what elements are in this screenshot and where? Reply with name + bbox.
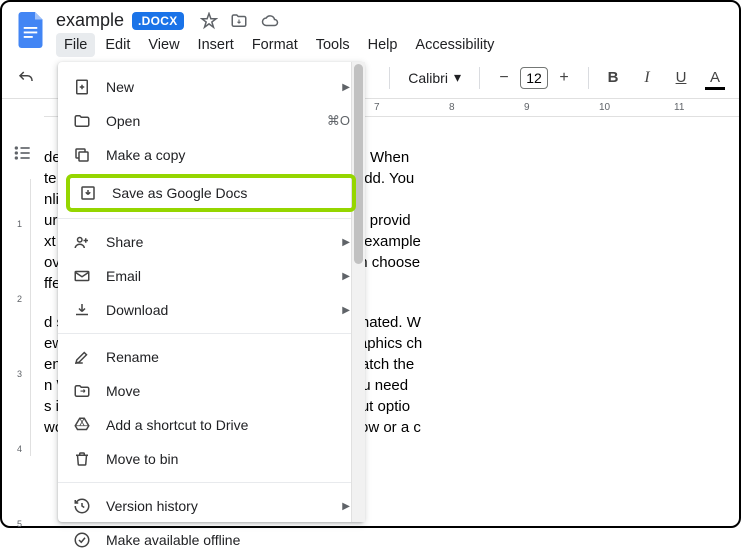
menu-format[interactable]: Format <box>244 33 306 57</box>
menu-label: New <box>106 79 328 95</box>
share-icon <box>72 232 92 252</box>
menu-item-new[interactable]: New ▶ <box>58 70 364 104</box>
menu-file[interactable]: File <box>56 33 95 57</box>
menu-item-open[interactable]: Open ⌘O <box>58 104 364 138</box>
menu-tools[interactable]: Tools <box>308 33 358 57</box>
menu-label: Save as Google Docs <box>112 185 344 201</box>
font-family-label: Calibri <box>408 70 448 86</box>
docs-logo-icon[interactable] <box>16 10 48 50</box>
font-size-increase[interactable]: + <box>550 64 578 92</box>
menubar: File Edit View Insert Format Tools Help … <box>56 33 725 57</box>
rename-icon <box>72 347 92 367</box>
email-icon <box>72 266 92 286</box>
menu-item-save-as-google-docs[interactable]: Save as Google Docs <box>66 174 356 212</box>
submenu-arrow-icon: ▶ <box>342 305 350 316</box>
vertical-ruler: 1 2 3 4 5 <box>15 179 31 456</box>
doc-title[interactable]: example <box>56 10 124 31</box>
drive-shortcut-icon <box>72 415 92 435</box>
menu-help[interactable]: Help <box>360 33 406 57</box>
menu-divider <box>58 333 364 334</box>
menu-item-rename[interactable]: Rename <box>58 340 364 374</box>
menu-label: Open <box>106 113 313 129</box>
menu-divider <box>58 482 364 483</box>
move-icon <box>72 381 92 401</box>
menu-item-make-copy[interactable]: Make a copy <box>58 138 364 172</box>
docx-badge: .DOCX <box>132 12 184 30</box>
menu-label: Rename <box>106 349 350 365</box>
menu-accessibility[interactable]: Accessibility <box>407 33 502 57</box>
font-size-input[interactable] <box>520 67 548 89</box>
outline-toggle-icon[interactable] <box>9 139 37 167</box>
file-menu-dropdown: New ▶ Open ⌘O Make a copy Save as Google… <box>58 62 364 522</box>
underline-button[interactable]: U <box>667 64 695 92</box>
copy-icon <box>72 145 92 165</box>
menu-item-move-to-bin[interactable]: Move to bin <box>58 442 364 476</box>
submenu-arrow-icon: ▶ <box>342 271 350 282</box>
menu-item-email[interactable]: Email ▶ <box>58 259 364 293</box>
star-icon[interactable] <box>200 12 218 30</box>
menu-label: Make a copy <box>106 147 350 163</box>
dropdown-arrow-icon: ▾ <box>454 69 461 86</box>
menu-label: Email <box>106 268 328 284</box>
cloud-status-icon[interactable] <box>260 12 280 30</box>
menu-divider <box>58 218 364 219</box>
font-size-decrease[interactable]: − <box>490 64 518 92</box>
offline-icon <box>72 530 92 550</box>
menu-label: Make available offline <box>106 532 350 548</box>
menu-item-download[interactable]: Download ▶ <box>58 293 364 327</box>
menu-label: Share <box>106 234 328 250</box>
font-family-select[interactable]: Calibri ▾ <box>400 69 469 86</box>
menu-label: Download <box>106 302 328 318</box>
move-folder-icon[interactable] <box>230 12 248 30</box>
menu-insert[interactable]: Insert <box>190 33 242 57</box>
bold-button[interactable]: B <box>599 64 627 92</box>
italic-button[interactable]: I <box>633 64 661 92</box>
menu-item-version-history[interactable]: Version history ▶ <box>58 489 364 523</box>
submenu-arrow-icon: ▶ <box>342 501 350 512</box>
menu-view[interactable]: View <box>140 33 187 57</box>
menu-item-add-shortcut[interactable]: Add a shortcut to Drive <box>58 408 364 442</box>
menu-item-share[interactable]: Share ▶ <box>58 225 364 259</box>
save-icon <box>78 183 98 203</box>
menu-edit[interactable]: Edit <box>97 33 138 57</box>
submenu-arrow-icon: ▶ <box>342 237 350 248</box>
download-icon <box>72 300 92 320</box>
undo-button[interactable] <box>12 64 40 92</box>
menu-label: Move <box>106 383 350 399</box>
menu-label: Version history <box>106 498 328 514</box>
trash-icon <box>72 449 92 469</box>
menu-label: Move to bin <box>106 451 350 467</box>
menu-label: Add a shortcut to Drive <box>106 417 350 433</box>
menu-shortcut: ⌘O <box>327 113 350 129</box>
new-doc-icon <box>72 77 92 97</box>
menu-item-move[interactable]: Move <box>58 374 364 408</box>
text-color-button[interactable]: A <box>701 64 729 92</box>
menu-item-make-offline[interactable]: Make available offline <box>58 523 364 557</box>
submenu-arrow-icon: ▶ <box>342 82 350 93</box>
history-icon <box>72 496 92 516</box>
folder-open-icon <box>72 111 92 131</box>
